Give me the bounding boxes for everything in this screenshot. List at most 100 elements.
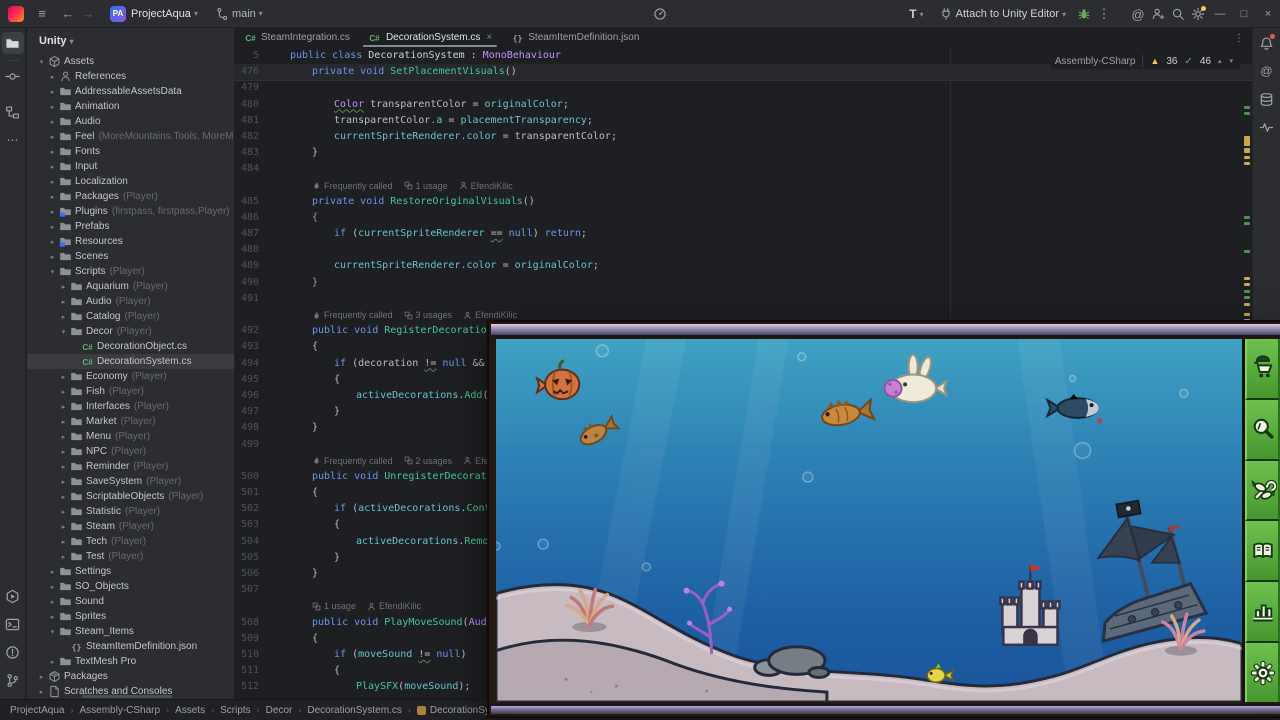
tree-item-npc[interactable]: ▸NPC(Player): [27, 444, 234, 459]
tree-item-localization[interactable]: ▸Localization: [27, 174, 234, 189]
project-view-header[interactable]: Unity▾: [27, 28, 234, 54]
warning-stripe-mark[interactable]: [1244, 148, 1250, 153]
game-window-top-bar[interactable]: [491, 324, 1280, 337]
tree-item-scriptableobjects[interactable]: ▸ScriptableObjects(Player): [27, 489, 234, 504]
tree-item-decorationobject-cs[interactable]: C#DecorationObject.cs: [27, 339, 234, 354]
warning-stripe-mark[interactable]: [1244, 283, 1250, 286]
tree-item-addressableassetsdata[interactable]: ▸AddressableAssetsData: [27, 84, 234, 99]
services-tool-icon[interactable]: [2, 585, 24, 607]
chevron-right-icon[interactable]: ▸: [37, 688, 46, 696]
code-line-483[interactable]: 483}: [234, 145, 1252, 161]
tree-item-assets[interactable]: ▾Assets: [27, 54, 234, 69]
chevron-right-icon[interactable]: ▸: [59, 313, 68, 321]
tree-item-animation[interactable]: ▸Animation: [27, 99, 234, 114]
info-stripe-mark[interactable]: [1244, 216, 1250, 219]
project-badge[interactable]: PA: [110, 6, 126, 22]
chevron-right-icon[interactable]: ▸: [48, 148, 57, 156]
game-button-stats-bars[interactable]: [1245, 582, 1280, 643]
settings-gear-icon[interactable]: [1188, 4, 1208, 24]
tree-item-decorationsystem-cs[interactable]: C#DecorationSystem.cs: [27, 354, 234, 369]
chevron-right-icon[interactable]: ▸: [59, 553, 68, 561]
close-button[interactable]: ×: [1256, 0, 1280, 28]
tree-item-packages[interactable]: ▸Packages(Player): [27, 189, 234, 204]
annotation-user[interactable]: EfendiKilic: [459, 178, 513, 194]
code-line-480[interactable]: 480Color transparentColor = originalColo…: [234, 97, 1252, 113]
tree-item-steam-items[interactable]: ▾Steam_Items: [27, 624, 234, 639]
rider-logo-icon[interactable]: [8, 6, 24, 22]
chevron-right-icon[interactable]: ▸: [48, 658, 57, 666]
code-line-479[interactable]: 479: [234, 80, 1252, 96]
tree-item-audio[interactable]: ▸Audio: [27, 114, 234, 129]
code-line-482[interactable]: 482currentSpriteRenderer.color = transpa…: [234, 129, 1252, 145]
breadcrumb-assembly-csharp[interactable]: Assembly-CSharp: [79, 705, 160, 716]
chevron-right-icon[interactable]: ▸: [48, 568, 57, 576]
code-vision-annotation[interactable]: Frequently called 3 usages EfendiKilic: [234, 307, 1252, 323]
game-button-fish-tools[interactable]: [1245, 461, 1280, 522]
back-icon[interactable]: ←: [58, 4, 78, 24]
chevron-right-icon[interactable]: ▸: [48, 208, 57, 216]
chevron-right-icon[interactable]: ▸: [59, 448, 68, 456]
tree-item-sprites[interactable]: ▸Sprites: [27, 609, 234, 624]
code-line-491[interactable]: 491: [234, 291, 1252, 307]
chevron-right-icon[interactable]: ▸: [59, 373, 68, 381]
chevron-right-icon[interactable]: ▸: [59, 493, 68, 501]
tree-horizontal-scrollbar[interactable]: [82, 695, 172, 698]
search-icon[interactable]: [1168, 4, 1188, 24]
game-button-shop-cart[interactable]: [1245, 339, 1280, 400]
chevron-right-icon[interactable]: ▸: [48, 613, 57, 621]
more-actions-icon[interactable]: ⋮: [1094, 4, 1114, 24]
annotation-user[interactable]: EfendiKilic: [463, 307, 517, 323]
tab-options-icon[interactable]: ⋮: [1234, 28, 1244, 48]
tree-item-tech[interactable]: ▸Tech(Player): [27, 534, 234, 549]
tree-item-menu[interactable]: ▸Menu(Player): [27, 429, 234, 444]
tree-item-plugins[interactable]: ▸Plugins(firstpass, firstpass.Player): [27, 204, 234, 219]
debug-icon[interactable]: [1074, 4, 1094, 24]
code-line-489[interactable]: 489currentSpriteRenderer.color = origina…: [234, 258, 1252, 274]
chevron-right-icon[interactable]: ▸: [48, 163, 57, 171]
tab-decorationsystem-cs[interactable]: C#DecorationSystem.cs×: [359, 28, 501, 47]
game-button-journal-book[interactable]: [1245, 521, 1280, 582]
git-tool-icon[interactable]: [2, 669, 24, 691]
code-line-487[interactable]: 487if (currentSpriteRenderer == null) re…: [234, 226, 1252, 242]
ai-assistant-icon[interactable]: @: [1128, 4, 1148, 24]
code-line-486[interactable]: 486{: [234, 210, 1252, 226]
tree-item-catalog[interactable]: ▸Catalog(Player): [27, 309, 234, 324]
chevron-right-icon[interactable]: ▸: [48, 193, 57, 201]
tree-item-interfaces[interactable]: ▸Interfaces(Player): [27, 399, 234, 414]
game-window-bottom-bar[interactable]: [491, 704, 1280, 714]
notifications-bell-icon[interactable]: [1256, 32, 1278, 54]
code-line-484[interactable]: 484: [234, 161, 1252, 177]
breadcrumb-decor[interactable]: Decor: [266, 705, 293, 716]
code-vision-annotation[interactable]: Frequently called1 usageEfendiKilic: [234, 178, 1252, 194]
annotation-usages[interactable]: 2 usages: [404, 453, 453, 469]
project-tool-icon[interactable]: [2, 32, 24, 54]
annotation-flame[interactable]: Frequently called: [312, 453, 393, 469]
profiler-tool-icon[interactable]: [1256, 116, 1278, 138]
tab-steamintegration-cs[interactable]: C#SteamIntegration.cs: [234, 28, 359, 47]
chevron-right-icon[interactable]: ▸: [59, 418, 68, 426]
tree-item-aquarium[interactable]: ▸Aquarium(Player): [27, 279, 234, 294]
code-line-490[interactable]: 490}: [234, 275, 1252, 291]
tree-item-savesystem[interactable]: ▸SaveSystem(Player): [27, 474, 234, 489]
tree-item-fonts[interactable]: ▸Fonts: [27, 144, 234, 159]
chevron-right-icon[interactable]: ▸: [48, 583, 57, 591]
tree-item-decor[interactable]: ▾Decor(Player): [27, 324, 234, 339]
annotation-flame[interactable]: Frequently called: [312, 307, 393, 323]
info-stripe-mark[interactable]: [1244, 250, 1250, 253]
tree-item-textmesh-pro[interactable]: ▸TextMesh Pro: [27, 654, 234, 669]
prev-next-chevrons[interactable]: ▴ ▾: [1218, 57, 1236, 65]
info-stripe-mark[interactable]: [1244, 222, 1250, 225]
tree-item-resources[interactable]: ▸Resources: [27, 234, 234, 249]
forward-icon[interactable]: →: [78, 4, 98, 24]
chevron-down-icon[interactable]: ▾: [48, 268, 57, 276]
database-tool-icon[interactable]: [1256, 88, 1278, 110]
tree-item-statistic[interactable]: ▸Statistic(Player): [27, 504, 234, 519]
annotation-usages[interactable]: 3 usages: [404, 307, 453, 323]
main-menu-icon[interactable]: ≡: [32, 4, 52, 24]
warning-stripe-mark[interactable]: [1244, 313, 1250, 316]
tree-item-scripts[interactable]: ▾Scripts(Player): [27, 264, 234, 279]
info-stripe-mark[interactable]: [1244, 290, 1250, 293]
minimize-button[interactable]: —: [1208, 0, 1232, 28]
warning-stripe-mark[interactable]: [1244, 136, 1250, 146]
chevron-right-icon[interactable]: ▸: [48, 88, 57, 96]
